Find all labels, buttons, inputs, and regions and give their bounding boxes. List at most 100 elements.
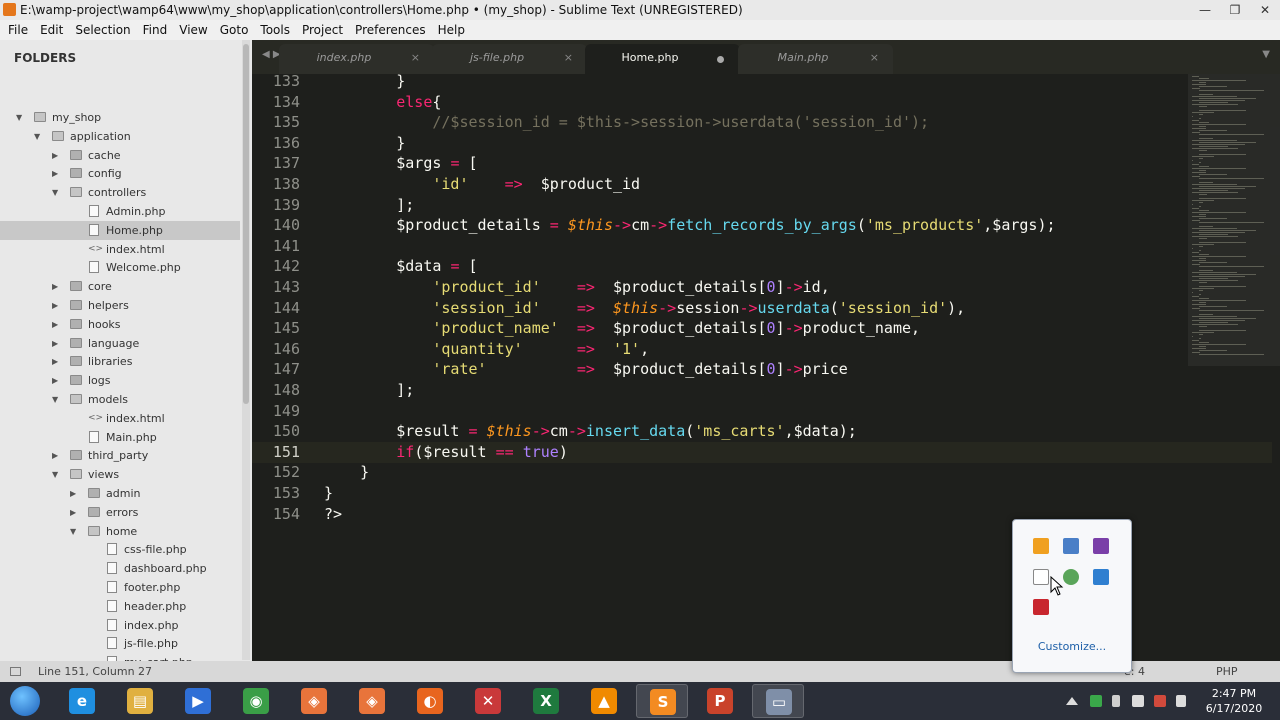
menu-help[interactable]: Help [432, 20, 471, 40]
app-orange2-taskbar-button[interactable]: ◈ [346, 684, 398, 718]
tree-item[interactable]: ▶ core [0, 277, 240, 296]
vlc-taskbar-button[interactable]: ▲ [578, 684, 630, 718]
network-icon[interactable] [1063, 538, 1079, 554]
tree-item[interactable]: Main.php [0, 428, 240, 447]
powerpoint-taskbar-button[interactable]: P [694, 684, 746, 718]
expanded-arrow-icon[interactable]: ▼ [52, 390, 62, 409]
menu-preferences[interactable]: Preferences [349, 20, 432, 40]
volume-icon[interactable] [1176, 695, 1186, 707]
tree-item[interactable]: index.php [0, 616, 240, 635]
customize-link[interactable]: Customize... [1013, 640, 1131, 653]
chrome-taskbar-button[interactable]: ◉ [230, 684, 282, 718]
collapsed-arrow-icon[interactable]: ▶ [52, 296, 62, 315]
tree-item[interactable]: ▶ config [0, 164, 240, 183]
menu-tools[interactable]: Tools [254, 20, 296, 40]
xampp-taskbar-button[interactable]: ✕ [462, 684, 514, 718]
collapsed-arrow-icon[interactable]: ▶ [52, 164, 62, 183]
tree-item[interactable]: js-file.php [0, 634, 240, 653]
tree-item[interactable]: Home.php [0, 220, 240, 240]
collapsed-arrow-icon[interactable]: ▶ [52, 352, 62, 371]
close-button[interactable]: ✕ [1250, 0, 1280, 20]
tree-item[interactable]: ▼ my_shop [0, 108, 240, 127]
tree-item[interactable]: ▼ home [0, 522, 240, 541]
tab-close-icon[interactable]: × [411, 44, 420, 72]
tray-app-icon[interactable] [1090, 695, 1102, 707]
tree-item[interactable]: my_cart.php [0, 653, 240, 661]
tab-js-file-php[interactable]: js-file.php × [432, 44, 587, 74]
explorer-taskbar-button[interactable]: ▤ [114, 684, 166, 718]
tab-nav-arrows[interactable]: ◀ ▶ [262, 49, 281, 60]
tree-item[interactable]: ▶ hooks [0, 315, 240, 334]
tree-item[interactable]: Welcome.php [0, 258, 240, 277]
expanded-arrow-icon[interactable]: ▼ [70, 522, 80, 541]
tree-item[interactable]: ▶ third_party [0, 446, 240, 465]
tree-item[interactable]: <> index.html [0, 409, 240, 428]
collapsed-arrow-icon[interactable]: ▶ [52, 334, 62, 353]
unsaved-dot-icon[interactable] [717, 56, 724, 63]
excel-taskbar-button[interactable]: X [520, 684, 572, 718]
tab-home-php[interactable]: Home.php [585, 44, 740, 74]
tree-item[interactable]: ▶ errors [0, 503, 240, 522]
panel-toggle-icon[interactable] [10, 667, 21, 676]
syntax-selector[interactable]: PHP [1216, 661, 1238, 682]
media-player-taskbar-button[interactable]: ▶ [172, 684, 224, 718]
collapsed-arrow-icon[interactable]: ▶ [52, 371, 62, 390]
menu-edit[interactable]: Edit [34, 20, 69, 40]
tree-item[interactable]: ▶ language [0, 334, 240, 353]
tree-item[interactable]: <> index.html [0, 240, 240, 259]
tree-item[interactable]: ▶ libraries [0, 352, 240, 371]
tab-menu-icon[interactable]: ▼ [1262, 49, 1270, 60]
menu-view[interactable]: View [173, 20, 213, 40]
tree-item[interactable]: ▶ admin [0, 484, 240, 503]
tree-item[interactable]: ▶ helpers [0, 296, 240, 315]
firefox-taskbar-button[interactable]: ◐ [404, 684, 456, 718]
maximize-button[interactable]: ❐ [1220, 0, 1250, 20]
menu-project[interactable]: Project [296, 20, 349, 40]
minimize-button[interactable]: — [1190, 0, 1220, 20]
wamp-icon[interactable] [1033, 538, 1049, 554]
tree-item[interactable]: ▼ application [0, 127, 240, 146]
tree-item[interactable]: footer.php [0, 578, 240, 597]
tab-index-php[interactable]: index.php × [279, 44, 434, 74]
tree-item[interactable]: ▶ logs [0, 371, 240, 390]
start-button[interactable] [6, 685, 44, 717]
pdf-icon[interactable] [1033, 599, 1049, 615]
sidebar-scrollbar[interactable] [242, 40, 250, 660]
clock[interactable]: 2:47 PM 6/17/2020 [1192, 686, 1276, 716]
tree-item[interactable]: ▼ views [0, 465, 240, 484]
expanded-arrow-icon[interactable]: ▼ [16, 108, 26, 127]
tree-item[interactable]: ▼ controllers [0, 183, 240, 202]
collapsed-arrow-icon[interactable]: ▶ [52, 146, 62, 165]
collapsed-arrow-icon[interactable]: ▶ [52, 277, 62, 296]
menu-find[interactable]: Find [137, 20, 174, 40]
expanded-arrow-icon[interactable]: ▼ [52, 183, 62, 202]
menu-selection[interactable]: Selection [69, 20, 136, 40]
collapsed-arrow-icon[interactable]: ▶ [52, 315, 62, 334]
tab-left-icon[interactable]: ◀ [262, 49, 270, 60]
menu-file[interactable]: File [2, 20, 34, 40]
battery-icon[interactable] [1112, 695, 1120, 707]
app-orange-taskbar-button[interactable]: ◈ [288, 684, 340, 718]
tab-close-icon[interactable]: × [564, 44, 573, 72]
tree-item[interactable]: ▶ cache [0, 146, 240, 165]
tree-item[interactable]: ▼ models [0, 390, 240, 409]
action-center-icon[interactable] [1154, 695, 1166, 707]
collapsed-arrow-icon[interactable]: ▶ [52, 446, 62, 465]
tree-item[interactable]: dashboard.php [0, 559, 240, 578]
sublime-taskbar-button[interactable]: S [636, 684, 688, 718]
expanded-arrow-icon[interactable]: ▼ [52, 465, 62, 484]
tree-item[interactable]: Admin.php [0, 202, 240, 221]
network-tray-icon[interactable] [1132, 695, 1144, 707]
tree-item[interactable]: header.php [0, 597, 240, 616]
tab-close-icon[interactable]: × [870, 44, 879, 72]
bluetooth-icon[interactable] [1093, 569, 1109, 585]
collapsed-arrow-icon[interactable]: ▶ [70, 484, 80, 503]
ie-taskbar-button[interactable]: e [56, 684, 108, 718]
onenote-icon[interactable] [1093, 538, 1109, 554]
minimap[interactable] [1188, 74, 1280, 374]
show-hidden-icons-icon[interactable] [1066, 697, 1078, 705]
menu-goto[interactable]: Goto [214, 20, 255, 40]
window-icon[interactable] [1033, 569, 1049, 585]
collapsed-arrow-icon[interactable]: ▶ [70, 503, 80, 522]
screen-recorder-taskbar-button[interactable]: ▭ [752, 684, 804, 718]
